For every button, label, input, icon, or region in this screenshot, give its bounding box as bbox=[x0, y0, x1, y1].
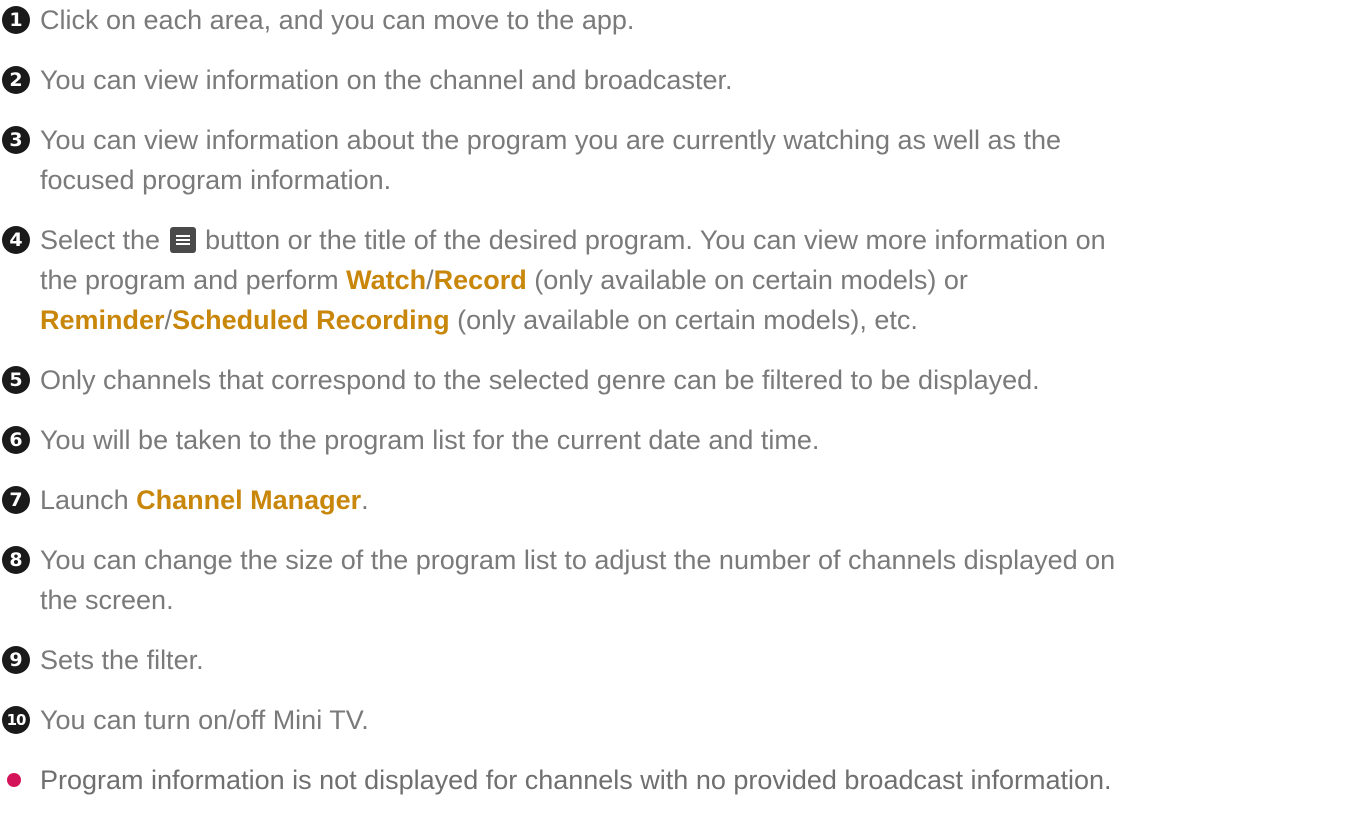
item-text: Only channels that correspond to the sel… bbox=[40, 365, 1040, 395]
number-badge: 4 bbox=[2, 226, 30, 254]
scheduled-recording-keyword: Scheduled Recording bbox=[172, 305, 450, 335]
item-text-line-2: the screen. bbox=[40, 585, 174, 615]
slash-separator: / bbox=[426, 265, 434, 295]
item-text: You can turn on/off Mini TV. bbox=[40, 705, 369, 735]
reminder-keyword: Reminder bbox=[40, 305, 165, 335]
item-text-segment: Select the bbox=[40, 225, 161, 255]
number-badge: 10 bbox=[2, 706, 30, 734]
bullet-icon bbox=[7, 773, 21, 787]
record-keyword: Record bbox=[433, 265, 527, 295]
number-badge: 7 bbox=[2, 486, 30, 514]
item-text-segment: (only available on certain models) or bbox=[526, 265, 968, 295]
item-text-line-2: focused program information. bbox=[40, 165, 392, 195]
number-badge: 8 bbox=[2, 546, 30, 574]
number-badge: 1 bbox=[2, 6, 30, 34]
item-text-segment: (only available on certain models), etc. bbox=[449, 305, 918, 335]
number-badge: 9 bbox=[2, 646, 30, 674]
number-badge: 3 bbox=[2, 126, 30, 154]
item-text: Click on each area, and you can move to … bbox=[40, 5, 635, 35]
number-badge: 2 bbox=[2, 66, 30, 94]
watch-keyword: Watch bbox=[346, 265, 427, 295]
item-text-segment: . bbox=[361, 485, 369, 515]
item-text-segment: Launch bbox=[40, 485, 137, 515]
item-text-segment: the program and perform bbox=[40, 265, 347, 295]
slash-separator: / bbox=[164, 305, 173, 335]
number-badge: 5 bbox=[2, 366, 30, 394]
channel-manager-keyword: Channel Manager bbox=[136, 485, 362, 515]
item-text: You will be taken to the program list fo… bbox=[40, 425, 820, 455]
number-badge: 6 bbox=[2, 426, 30, 454]
item-text: Launch Channel Manager. bbox=[40, 480, 369, 520]
item-text-line-3: Reminder/Scheduled Recording (only avail… bbox=[40, 300, 918, 340]
note-text: Program information is not displayed for… bbox=[40, 765, 1112, 795]
item-text: Sets the filter. bbox=[40, 645, 204, 675]
item-text-line-1: You can change the size of the program l… bbox=[40, 545, 1116, 575]
item-text-line-1: You can view information about the progr… bbox=[40, 125, 1062, 155]
item-text-segment: button or the title of the desired progr… bbox=[205, 225, 1106, 255]
item-text-line-1: Select the button or the title of the de… bbox=[40, 220, 1106, 260]
item-text-line-2: the program and perform Watch/Record (on… bbox=[40, 260, 968, 300]
menu-icon bbox=[169, 227, 196, 253]
item-text: You can view information on the channel … bbox=[40, 65, 733, 95]
